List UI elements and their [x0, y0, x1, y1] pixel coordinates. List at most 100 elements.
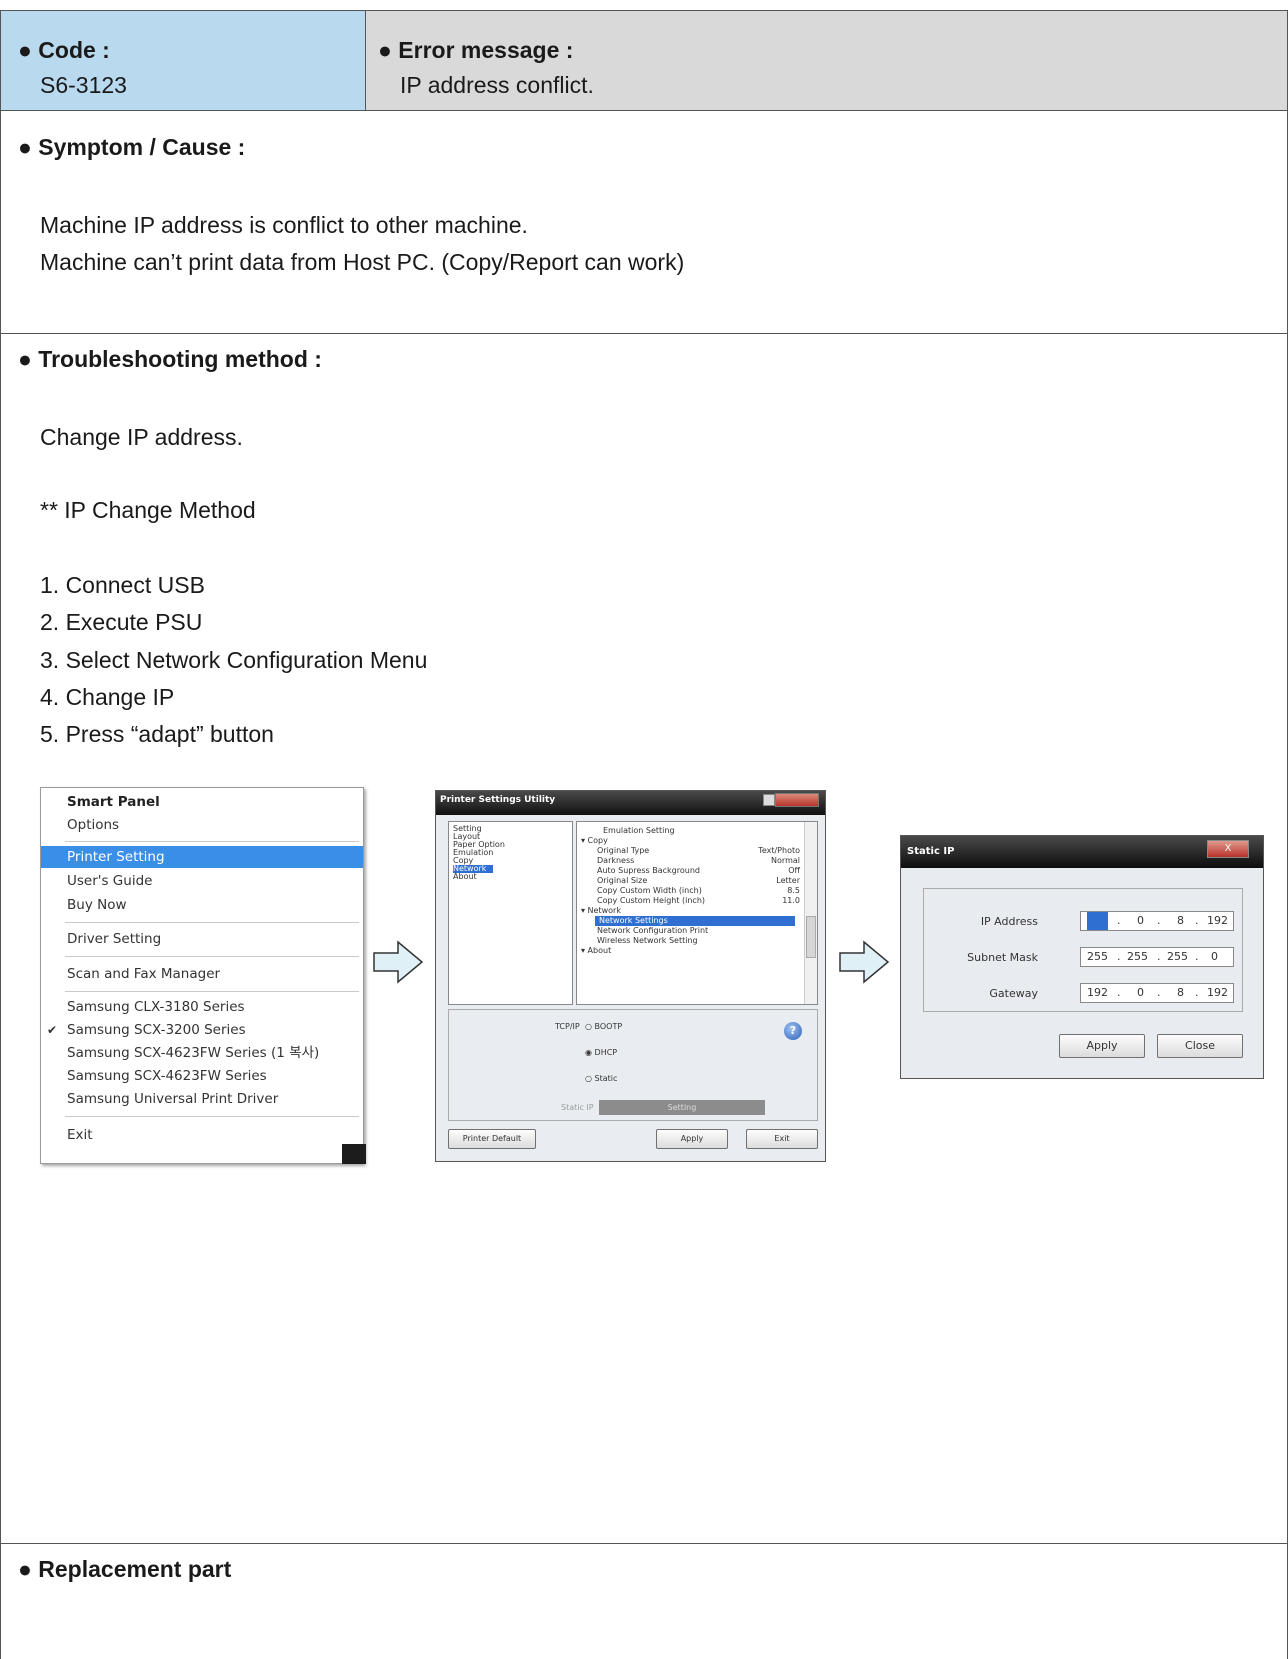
menu-separator [65, 956, 359, 957]
menu-item-clx-3180[interactable]: Samsung CLX-3180 Series [41, 996, 363, 1018]
menu-item-users-guide[interactable]: User's Guide [41, 870, 363, 892]
tree-row-value: Letter [776, 876, 800, 885]
tcpip-panel: TCP/IP ○ BOOTP ◉ DHCP ○ Static Static IP… [448, 1009, 818, 1121]
close-icon[interactable]: X [1207, 840, 1249, 858]
ip-address-field[interactable]: 192 .0 .8 . 192 [1080, 911, 1234, 931]
tree-row-key: Original Type [597, 846, 650, 855]
ip-octet: 255 [1087, 950, 1108, 963]
troubleshooting-label: ● Troubleshooting method : [18, 346, 322, 372]
menu-item-printer-setting[interactable]: Printer Setting [41, 846, 363, 868]
symptom-line-2: Machine can’t print data from Host PC. (… [40, 249, 685, 275]
menu-item-scx-4623fw[interactable]: Samsung SCX-4623FW Series [41, 1065, 363, 1087]
menu-item-exit[interactable]: Exit [41, 1124, 363, 1146]
menu-separator [65, 991, 359, 992]
gateway-label: Gateway [989, 987, 1038, 1000]
table-border-header [0, 110, 1288, 111]
tree-row-network-settings[interactable]: Network Settings [595, 916, 795, 926]
minimize-icon[interactable] [763, 794, 775, 806]
radio-bootp[interactable]: ○ BOOTP [585, 1022, 622, 1031]
ip-settings-group: IP Address 192 .0 .8 . 192 Subnet Mask 25… [923, 888, 1243, 1012]
ip-octet: 192 [1207, 914, 1228, 927]
replacement-label: ● Replacement part [18, 1556, 232, 1582]
tree-row[interactable]: Original Size Letter [577, 876, 802, 886]
tree-row[interactable]: Darkness Normal [577, 856, 802, 866]
tree-row[interactable]: Emulation Setting [577, 826, 802, 836]
menu-item-scx-3200[interactable]: ✔ Samsung SCX-3200 Series [41, 1019, 363, 1041]
tree-row[interactable]: ▾ About [577, 946, 802, 956]
radio-static[interactable]: ○ Static [585, 1074, 617, 1083]
tcpip-label: TCP/IP [555, 1022, 580, 1031]
subnet-mask-label: Subnet Mask [967, 951, 1038, 964]
ip-octet: 8 [1177, 986, 1184, 999]
symptom-line-1: Machine IP address is conflict to other … [40, 212, 528, 238]
radio-label: DHCP [594, 1048, 618, 1057]
category-about[interactable]: About [453, 873, 568, 881]
tree-row[interactable]: ▾ Copy [577, 836, 802, 846]
arrow-right-icon [839, 940, 890, 984]
close-button[interactable]: Close [1157, 1034, 1243, 1058]
ip-octet: 255 [1127, 950, 1148, 963]
tree-row-value: Off [788, 866, 800, 875]
table-border-left [0, 10, 1, 1659]
tree-row-key: Copy Custom Width (inch) [597, 886, 702, 895]
menu-item-scx-4623fw-copy[interactable]: Samsung SCX-4623FW Series (1 복사) [41, 1042, 363, 1064]
subnet-mask-field[interactable]: 255 . 255 . 255 .0 [1080, 947, 1234, 967]
setting-button[interactable]: Setting [599, 1100, 765, 1115]
tree-row-value: Text/Photo [758, 846, 800, 855]
radio-label: Static [594, 1074, 618, 1083]
apply-button[interactable]: Apply [1059, 1034, 1145, 1058]
checkmark-icon: ✔ [47, 1023, 58, 1037]
ip-octet: 192 [1087, 986, 1108, 999]
tree-row[interactable]: Original Type Text/Photo [577, 846, 802, 856]
apply-button[interactable]: Apply [656, 1129, 728, 1149]
step-1: 1. Connect USB [40, 572, 205, 598]
tree-row-key: Auto Supress Background [597, 866, 700, 875]
menu-item-options[interactable]: Options [41, 814, 363, 836]
ip-octet: 0 [1137, 986, 1144, 999]
help-icon[interactable]: ? [784, 1022, 802, 1040]
step-3: 3. Select Network Configuration Menu [40, 647, 428, 673]
tree-row-key: Original Size [597, 876, 648, 885]
tree-row-value: 11.0 [782, 896, 800, 905]
error-label: ● Error message : [378, 37, 574, 63]
tree-row-value: 8.5 [787, 886, 800, 895]
tree-row[interactable]: Network Configuration Print [577, 926, 802, 936]
menu-item-buy-now[interactable]: Buy Now [41, 894, 363, 916]
printer-default-button[interactable]: Printer Default [448, 1129, 536, 1149]
table-border-troubleshooting [0, 1543, 1288, 1544]
scrollbar-thumb[interactable] [806, 916, 816, 958]
tree-row-key: Wireless Network Setting [597, 936, 698, 945]
method-title: ** IP Change Method [40, 497, 256, 523]
tree-row[interactable]: Copy Custom Height (inch) 11.0 [577, 896, 802, 906]
gateway-field[interactable]: 192 .0 .8 . 192 [1080, 983, 1234, 1003]
exit-button[interactable]: Exit [746, 1129, 818, 1149]
table-border-middle [365, 10, 366, 110]
table-border-symptom [0, 333, 1288, 334]
menu-item-universal-print-driver[interactable]: Samsung Universal Print Driver [41, 1088, 363, 1110]
ip-octet: 255 [1167, 950, 1188, 963]
radio-dhcp[interactable]: ◉ DHCP [585, 1048, 617, 1057]
tree-row-key: Network Settings [599, 916, 668, 925]
step-2: 2. Execute PSU [40, 609, 203, 635]
tree-row-key: Network Configuration Print [597, 926, 709, 935]
ip-octet: 192 [1207, 986, 1228, 999]
tree-row[interactable]: Wireless Network Setting [577, 936, 802, 946]
tree-row[interactable]: ▾ Network [577, 906, 802, 916]
menu-item-scan-fax-manager[interactable]: Scan and Fax Manager [41, 963, 363, 985]
tree-scrollbar[interactable] [804, 822, 817, 1004]
tree-row-key: Darkness [597, 856, 635, 865]
tree-row-key: ▾ About [581, 946, 612, 955]
printer-settings-window: Printer Settings Utility Setting Layout … [435, 790, 826, 1162]
tree-row[interactable]: Copy Custom Width (inch) 8.5 [577, 886, 802, 896]
menu-item-driver-setting[interactable]: Driver Setting [41, 928, 363, 950]
symptom-label: ● Symptom / Cause : [18, 134, 246, 160]
tree-row[interactable]: Auto Supress Background Off [577, 866, 802, 876]
menu-separator [65, 841, 359, 842]
static-ip-dialog: Static IP X IP Address 192 .0 .8 . 192 Su… [900, 835, 1264, 1079]
troubleshooting-intro: Change IP address. [40, 424, 243, 450]
close-icon[interactable] [775, 793, 819, 807]
code-value: S6-3123 [40, 72, 127, 98]
tree-row-key: ▾ Copy [581, 836, 608, 845]
menu-item-smart-panel[interactable]: Smart Panel [41, 791, 363, 813]
tree-row-key: Emulation Setting [603, 826, 675, 835]
